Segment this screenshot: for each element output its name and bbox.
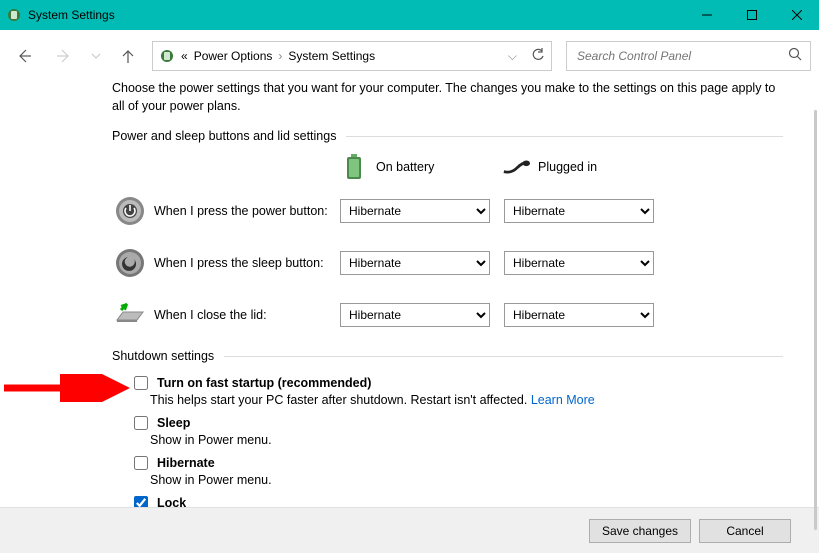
search-input[interactable] — [575, 48, 788, 64]
back-button[interactable] — [8, 40, 40, 72]
cancel-button[interactable]: Cancel — [699, 519, 791, 543]
maximize-button[interactable] — [729, 0, 774, 30]
shutdown-fast-startup: Turn on fast startup (recommended) This … — [112, 373, 783, 407]
search-icon — [788, 47, 802, 66]
breadcrumb-item-system-settings[interactable]: System Settings — [288, 49, 375, 63]
scrollbar[interactable] — [814, 110, 817, 530]
recent-dropdown[interactable] — [88, 40, 104, 72]
refresh-icon[interactable] — [531, 48, 545, 65]
battery-icon — [340, 153, 368, 181]
lid-icon — [112, 297, 148, 333]
window-title: System Settings — [28, 8, 115, 22]
app-icon — [6, 7, 22, 23]
row-power-label: When I press the power button: — [154, 204, 340, 218]
fast-startup-label: Turn on fast startup (recommended) — [157, 376, 371, 390]
plug-icon — [502, 153, 530, 181]
learn-more-link[interactable]: Learn More — [531, 393, 595, 407]
sleep-button-icon — [112, 245, 148, 281]
navigation-bar: « Power Options › System Settings ⌵ — [0, 30, 819, 76]
titlebar: System Settings — [0, 0, 819, 30]
sleep-checkbox[interactable] — [134, 416, 148, 430]
row-lid-label: When I close the lid: — [154, 308, 340, 322]
sleep-battery-select[interactable]: Hibernate — [340, 251, 490, 275]
breadcrumb-prefix: « — [181, 49, 188, 63]
section-shutdown-heading: Shutdown settings — [112, 349, 783, 363]
row-power-button: When I press the power button: Hibernate… — [112, 193, 783, 229]
row-sleep-label: When I press the sleep button: — [154, 256, 340, 270]
lid-plugged-select[interactable]: Hibernate — [504, 303, 654, 327]
minimize-button[interactable] — [684, 0, 729, 30]
window-controls — [684, 0, 819, 30]
close-button[interactable] — [774, 0, 819, 30]
lid-battery-select[interactable]: Hibernate — [340, 303, 490, 327]
breadcrumb-dropdown-icon[interactable]: ⌵ — [508, 49, 517, 64]
column-headers: On battery Plugged in — [340, 153, 783, 181]
sleep-description: Show in Power menu. — [150, 433, 783, 447]
sleep-plugged-select[interactable]: Hibernate — [504, 251, 654, 275]
fast-startup-checkbox[interactable] — [134, 376, 148, 390]
hibernate-label: Hibernate — [157, 456, 215, 470]
sleep-label: Sleep — [157, 416, 190, 430]
save-changes-button[interactable]: Save changes — [589, 519, 691, 543]
content-area: Choose the power settings that you want … — [0, 76, 819, 527]
breadcrumb[interactable]: « Power Options › System Settings ⌵ — [152, 41, 552, 71]
search-box[interactable] — [566, 41, 811, 71]
power-battery-select[interactable]: Hibernate — [340, 199, 490, 223]
column-plugged-in: Plugged in — [502, 153, 664, 181]
hibernate-checkbox[interactable] — [134, 456, 148, 470]
footer-bar: Save changes Cancel — [0, 507, 819, 553]
shutdown-hibernate: Hibernate Show in Power menu. — [112, 453, 783, 487]
breadcrumb-icon — [159, 48, 175, 64]
forward-button[interactable] — [48, 40, 80, 72]
intro-text: Choose the power settings that you want … — [112, 80, 783, 115]
hibernate-description: Show in Power menu. — [150, 473, 783, 487]
power-button-icon — [112, 193, 148, 229]
shutdown-sleep: Sleep Show in Power menu. — [112, 413, 783, 447]
chevron-right-icon: › — [278, 49, 282, 63]
window-body: « Power Options › System Settings ⌵ Choo… — [0, 30, 819, 553]
row-close-lid: When I close the lid: Hibernate Hibernat… — [112, 297, 783, 333]
column-on-battery: On battery — [340, 153, 502, 181]
section-power-sleep-heading: Power and sleep buttons and lid settings — [112, 129, 783, 143]
row-sleep-button: When I press the sleep button: Hibernate… — [112, 245, 783, 281]
power-plugged-select[interactable]: Hibernate — [504, 199, 654, 223]
fast-startup-description: This helps start your PC faster after sh… — [150, 393, 783, 407]
breadcrumb-item-power-options[interactable]: Power Options — [194, 49, 273, 63]
up-button[interactable] — [112, 40, 144, 72]
